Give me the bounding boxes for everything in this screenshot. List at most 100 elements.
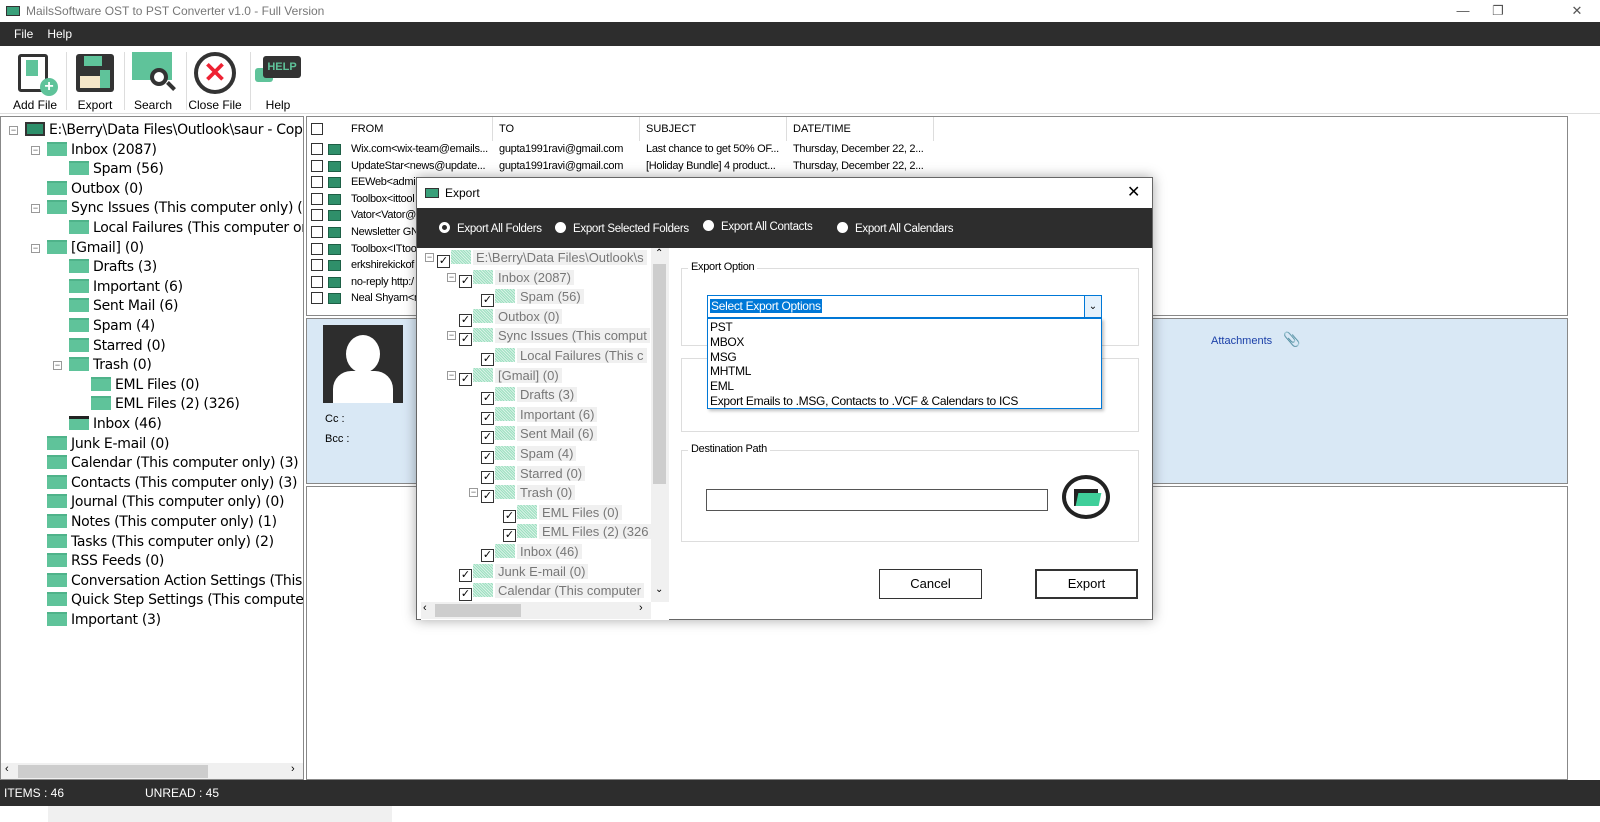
export-format-option[interactable]: PST	[710, 320, 733, 335]
row-checkbox[interactable]	[311, 292, 323, 305]
tree-item[interactable]: E:\Berry\Data Files\Outlook\saur - Copy	[25, 120, 303, 140]
tree-item[interactable]: Spam (4)	[69, 316, 155, 336]
export-tree-item[interactable]: ✓ Junk E-mail (0)	[459, 562, 589, 582]
export-tree-item[interactable]: ✓ Sent Mail (6)	[481, 424, 597, 445]
close-window-button[interactable]: ✕	[1554, 0, 1600, 22]
close-file-button[interactable]: ✕ Close File	[188, 50, 242, 112]
tree-item[interactable]: Notes (This computer only) (1)	[47, 512, 277, 532]
export-tree-item[interactable]: ✓ Starred (0)	[481, 464, 586, 484]
expand-toggle[interactable]: −	[447, 331, 456, 341]
row-checkbox[interactable]	[311, 192, 323, 205]
export-format-option[interactable]: Export Emails to .MSG, Contacts to .VCF …	[710, 394, 1018, 409]
restore-button[interactable]: ❐	[1475, 0, 1521, 22]
export-confirm-button[interactable]: Export	[1035, 569, 1138, 599]
tree-checkbox[interactable]: ✓	[481, 294, 494, 308]
tree-item[interactable]: Spam (56)	[69, 159, 164, 179]
dialog-tree-hscroll[interactable]: ‹ ›	[421, 602, 651, 619]
email-row[interactable]: Wix.com<wix-team@emails... gupta1991ravi@…	[307, 141, 1567, 158]
row-checkbox[interactable]	[311, 259, 323, 272]
tree-item[interactable]: Sync Issues (This computer only) (4	[47, 198, 303, 218]
tree-item[interactable]: Contacts (This computer only) (3)	[47, 473, 297, 493]
select-all-checkbox[interactable]	[311, 123, 323, 135]
dialog-close-button[interactable]: ✕	[1127, 178, 1140, 208]
radio-export-selected-folders[interactable]: Export Selected Folders	[555, 222, 689, 235]
tree-checkbox[interactable]: ✓	[481, 353, 494, 366]
tree-horizontal-scrollbar[interactable]: ‹ ›	[1, 763, 303, 779]
expand-toggle[interactable]: −	[425, 253, 434, 262]
export-tree-item[interactable]: ✓ Spam (4)	[481, 444, 577, 464]
row-checkbox[interactable]	[311, 209, 323, 222]
tree-item[interactable]: Important (3)	[47, 610, 161, 630]
header-to[interactable]: TO	[493, 117, 640, 141]
export-format-option[interactable]: MBOX	[710, 335, 744, 350]
row-checkbox[interactable]	[311, 143, 323, 155]
tree-item[interactable]: Trash (0)	[69, 355, 152, 375]
expand-toggle[interactable]: −	[31, 204, 40, 214]
export-tree-item[interactable]: ✓ Outbox (0)	[459, 307, 563, 327]
tree-checkbox[interactable]: ✓	[459, 372, 472, 386]
radio-export-all-folders[interactable]: Export All Folders	[439, 222, 542, 235]
tree-checkbox[interactable]: ✓	[481, 451, 494, 464]
tree-checkbox[interactable]: ✓	[459, 568, 472, 582]
tree-item[interactable]: Conversation Action Settings (This compu…	[47, 571, 303, 591]
export-tree-item[interactable]: ✓ EML Files (2) (326	[503, 522, 652, 543]
cancel-button[interactable]: Cancel	[879, 569, 982, 599]
export-tree-item[interactable]: ✓ E:\Berry\Data Files\Outlook\s	[437, 248, 647, 268]
tree-checkbox[interactable]: ✓	[481, 490, 494, 504]
email-row[interactable]: UpdateStar<news@update... gupta1991ravi@g…	[307, 158, 1567, 175]
scroll-left-arrow[interactable]: ‹	[5, 763, 9, 775]
row-checkbox[interactable]	[311, 275, 323, 288]
tree-item[interactable]: Important (6)	[69, 277, 183, 297]
export-tree-item[interactable]: ✓ Inbox (46)	[481, 542, 582, 562]
tree-checkbox[interactable]: ✓	[459, 588, 472, 602]
tree-checkbox[interactable]: ✓	[503, 529, 516, 543]
export-button[interactable]: Export	[70, 50, 120, 112]
tree-checkbox[interactable]: ✓	[459, 274, 472, 288]
attachments-link[interactable]: Attachments	[1211, 335, 1272, 347]
tree-item[interactable]: Drafts (3)	[69, 257, 157, 277]
row-checkbox[interactable]	[311, 242, 323, 255]
radio-export-all-contacts[interactable]: Export All Contacts	[703, 220, 813, 233]
export-format-option[interactable]: EML	[710, 379, 734, 394]
tree-checkbox[interactable]: ✓	[481, 431, 494, 445]
tree-item[interactable]: EML Files (0)	[91, 375, 200, 395]
export-tree-item[interactable]: ✓ Drafts (3)	[481, 385, 578, 406]
tree-item[interactable]: Sent Mail (6)	[69, 296, 178, 316]
hscroll-thumb[interactable]	[435, 604, 521, 617]
menu-file[interactable]: File	[0, 22, 41, 46]
tree-item[interactable]: Journal (This computer only) (0)	[47, 492, 284, 512]
tree-checkbox[interactable]: ✓	[459, 333, 472, 347]
export-format-option[interactable]: MSG	[710, 350, 737, 365]
tree-checkbox[interactable]: ✓	[481, 392, 494, 406]
scroll-thumb[interactable]	[18, 765, 208, 778]
chevron-down-icon[interactable]: ⌄	[1084, 296, 1101, 317]
tree-item[interactable]: Tasks (This computer only) (2)	[47, 532, 274, 552]
dialog-tree-vscroll[interactable]: ⌃ ⌄	[651, 248, 669, 602]
expand-toggle[interactable]: −	[31, 243, 40, 253]
menu-help[interactable]: Help	[41, 22, 80, 46]
row-checkbox[interactable]	[311, 159, 323, 172]
export-tree-item[interactable]: ✓ Inbox (2087)	[459, 268, 574, 288]
tree-item[interactable]: RSS Feeds (0)	[47, 551, 164, 571]
export-tree-item[interactable]: ✓ EML Files (0)	[503, 503, 622, 523]
header-from[interactable]: FROM	[345, 117, 493, 141]
expand-toggle[interactable]: −	[447, 272, 456, 282]
header-subject[interactable]: SUBJECT	[640, 117, 787, 141]
export-format-select[interactable]: Select Export Options ⌄	[707, 295, 1102, 318]
export-tree-item[interactable]: ✓ Calendar (This computer	[459, 581, 645, 602]
expand-toggle[interactable]: −	[31, 145, 40, 155]
tree-checkbox[interactable]: ✓	[503, 509, 516, 523]
tree-checkbox[interactable]: ✓	[481, 549, 494, 562]
expand-toggle[interactable]: −	[469, 488, 478, 498]
export-tree-item[interactable]: ✓ Sync Issues (This comput	[459, 326, 650, 347]
export-tree-item[interactable]: ✓ Spam (56)	[481, 287, 584, 308]
export-folder-tree[interactable]: − ✓ E:\Berry\Data Files\Outlook\s − ✓ Inbox (…	[421, 248, 669, 620]
export-tree-item[interactable]: ✓ Local Failures (This c	[481, 346, 647, 366]
radio-export-all-calendars[interactable]: Export All Calendars	[837, 222, 954, 235]
expand-toggle[interactable]: −	[447, 370, 456, 380]
tree-checkbox[interactable]: ✓	[481, 470, 494, 484]
header-datetime[interactable]: DATE/TIME	[787, 117, 934, 141]
export-tree-item[interactable]: ✓ [Gmail] (0)	[459, 366, 562, 386]
tree-checkbox[interactable]: ✓	[459, 313, 472, 327]
tree-item[interactable]: Inbox (46)	[69, 414, 162, 434]
